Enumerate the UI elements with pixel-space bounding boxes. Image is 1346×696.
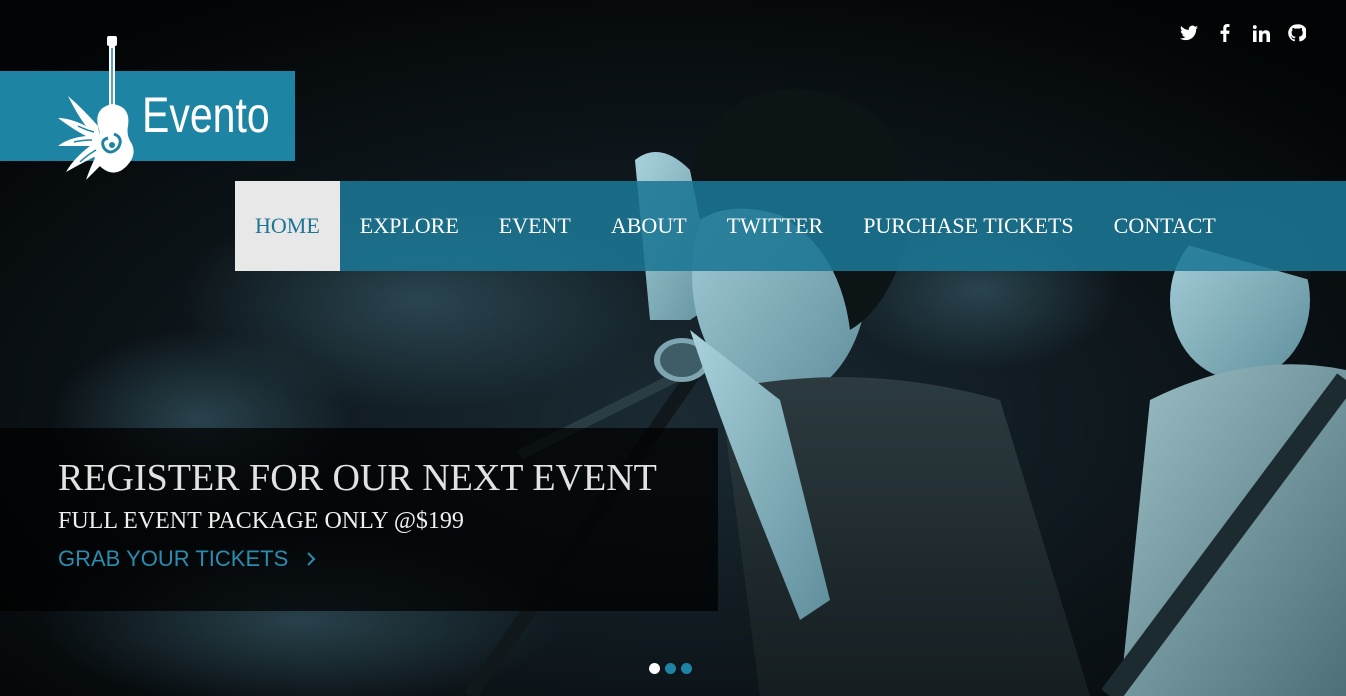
nav-item-twitter[interactable]: TWITTER xyxy=(707,181,844,271)
nav-item-contact[interactable]: CONTACT xyxy=(1094,181,1236,271)
main-navigation: HOME EXPLORE EVENT ABOUT TWITTER PURCHASE TIC… xyxy=(235,181,1346,271)
linkedin-icon[interactable] xyxy=(1250,22,1272,44)
twitter-icon[interactable] xyxy=(1178,22,1200,44)
hero-subtitle: FULL EVENT PACKAGE ONLY @$199 xyxy=(58,508,464,534)
nav-item-home[interactable]: HOME xyxy=(235,181,340,271)
social-links xyxy=(1178,22,1308,44)
nav-item-event[interactable]: EVENT xyxy=(479,181,591,271)
slider-dot[interactable] xyxy=(665,663,676,674)
facebook-icon[interactable] xyxy=(1214,22,1236,44)
github-icon[interactable] xyxy=(1286,22,1308,44)
chevron-right-icon xyxy=(307,552,316,566)
slider-pagination xyxy=(649,663,692,674)
brand-name[interactable]: Evento xyxy=(142,84,270,146)
nav-item-about[interactable]: ABOUT xyxy=(591,181,707,271)
guitar-logo-icon[interactable] xyxy=(56,34,140,182)
slider-dot[interactable] xyxy=(681,663,692,674)
slider-dot[interactable] xyxy=(649,663,660,674)
nav-item-explore[interactable]: EXPLORE xyxy=(340,181,479,271)
page: Evento HOME EXPLORE EVENT ABOUT TWITTER PURCH… xyxy=(0,0,1346,696)
nav-item-purchase-tickets[interactable]: PURCHASE TICKETS xyxy=(843,181,1093,271)
grab-tickets-label: GRAB YOUR TICKETS xyxy=(58,546,289,571)
grab-tickets-link[interactable]: GRAB YOUR TICKETS xyxy=(58,546,316,572)
hero-title: REGISTER FOR OUR NEXT EVENT xyxy=(58,457,657,499)
